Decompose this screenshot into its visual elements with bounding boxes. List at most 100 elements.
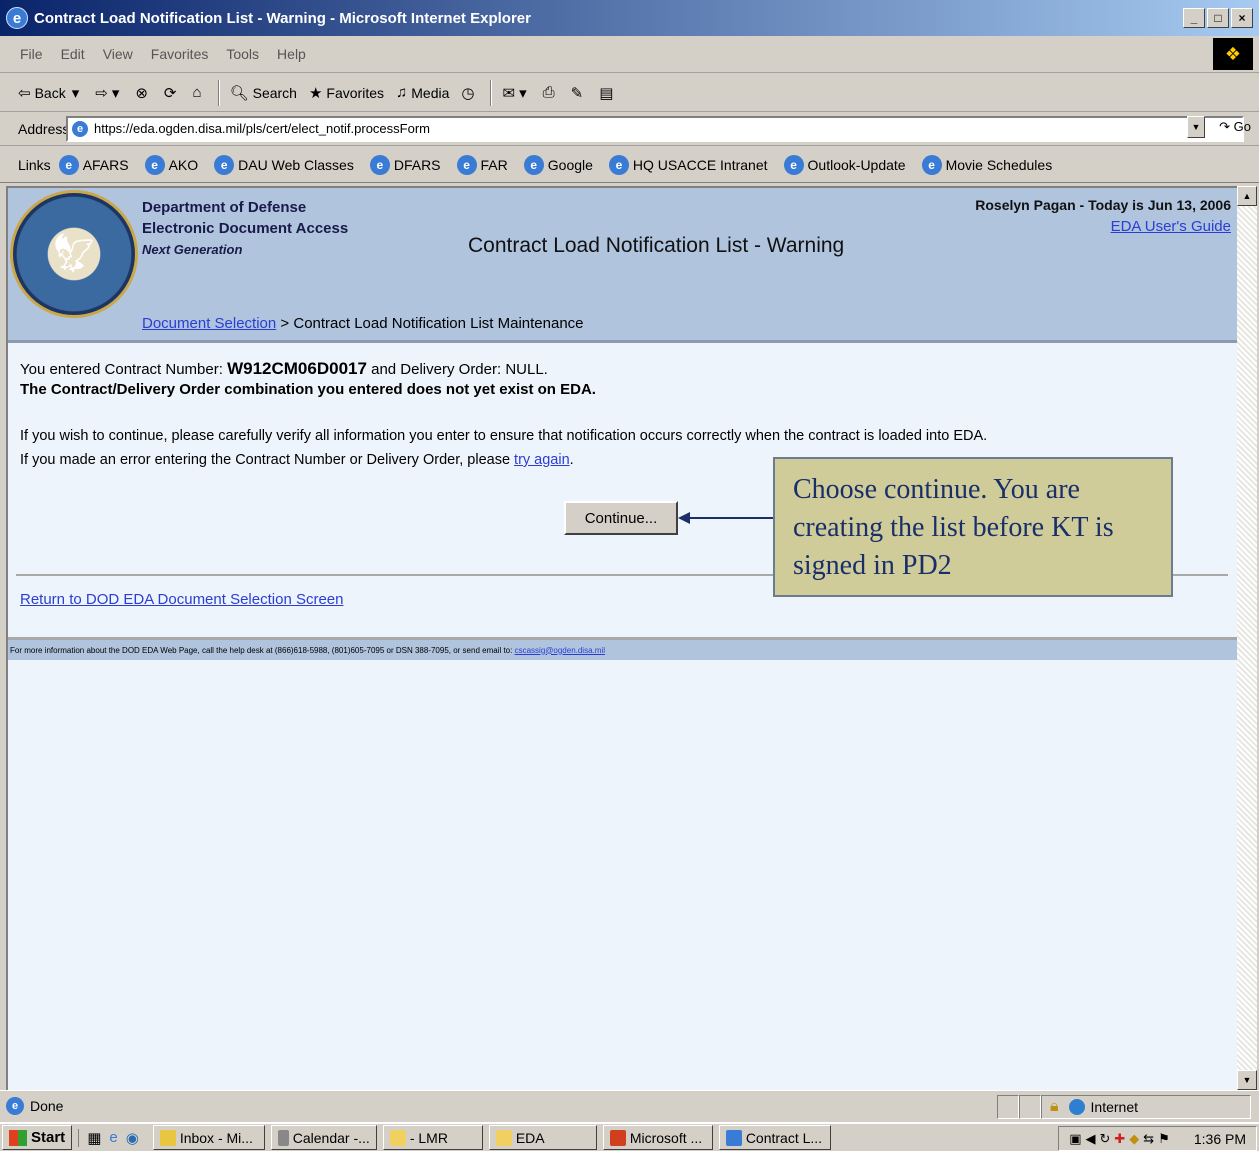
dropdown-arrow-icon[interactable]: ▾ bbox=[112, 84, 120, 102]
return-to-document-selection-link[interactable]: Return to DOD EDA Document Selection Scr… bbox=[20, 591, 343, 608]
link-hq-usacce-intranet[interactable]: e HQ USACCE Intranet bbox=[608, 154, 768, 175]
standard-toolbar: ⇦ Back ▾ ⇨ ▾ ⊗ ⟳ ⌂ 🔍︎ Search ★ Favorites ♫ Med… bbox=[0, 74, 1259, 112]
info-continue-text: If you wish to continue, please carefull… bbox=[20, 428, 988, 444]
user-date: Roselyn Pagan - Today is Jun 13, 2006 bbox=[975, 197, 1231, 213]
calendar-icon bbox=[277, 1129, 289, 1146]
back-arrow-icon: ⇦ bbox=[18, 84, 31, 102]
link-far[interactable]: e FAR bbox=[456, 154, 508, 175]
address-url[interactable]: https://eda.ogden.disa.mil/pls/cert/elec… bbox=[94, 121, 430, 136]
antivirus-icon[interactable]: ✚ bbox=[1114, 1131, 1125, 1147]
link-dau-web-classes[interactable]: e DAU Web Classes bbox=[214, 154, 354, 175]
link-google[interactable]: e Google bbox=[523, 154, 593, 175]
favorites-icon: ★ bbox=[308, 84, 323, 102]
ie-link-icon: e bbox=[456, 154, 477, 175]
contract-number: W912CM06D0017 bbox=[227, 359, 367, 378]
dod-seal-logo: 🦅︎ bbox=[10, 190, 138, 318]
vertical-scrollbar[interactable]: ▲ ▼ bbox=[1237, 186, 1257, 1090]
scroll-up-button[interactable]: ▲ bbox=[1237, 186, 1257, 206]
home-button[interactable]: ⌂ bbox=[193, 84, 206, 101]
sync-icon[interactable]: ↻ bbox=[1099, 1131, 1110, 1147]
internet-explorer-icon[interactable]: e bbox=[6, 7, 28, 29]
contract-message: You entered Contract Number: W912CM06D00… bbox=[20, 359, 548, 378]
search-icon: 🔍︎ bbox=[229, 84, 249, 102]
link-afars[interactable]: e AFARS bbox=[58, 154, 129, 175]
menu-favorites[interactable]: Favorites bbox=[151, 46, 209, 62]
dropdown-arrow-icon[interactable]: ▾ bbox=[519, 84, 527, 102]
print-icon: ⎙ bbox=[542, 84, 555, 101]
task-microsoft[interactable]: Microsoft ... bbox=[602, 1125, 713, 1150]
stop-button[interactable]: ⊗ bbox=[135, 84, 152, 102]
status-bar: e Done 🔒︎ Internet bbox=[0, 1090, 1259, 1121]
page-done-icon: e bbox=[6, 1097, 24, 1115]
tray-flag-icon[interactable]: ⚑ bbox=[1158, 1131, 1170, 1147]
windows-logo-icon: ❖ bbox=[1213, 38, 1253, 70]
helpdesk-email-link[interactable]: cscassig@ogden.disa.mil bbox=[515, 646, 605, 655]
powerpoint-icon bbox=[609, 1129, 626, 1146]
menu-edit[interactable]: Edit bbox=[61, 46, 85, 62]
minimize-button[interactable]: _ bbox=[1183, 8, 1205, 28]
outlook-quicklaunch-icon[interactable]: ◉ bbox=[126, 1129, 139, 1147]
menu-file[interactable]: File bbox=[20, 46, 43, 62]
mail-icon: ✉ bbox=[502, 84, 516, 102]
search-button[interactable]: 🔍︎ Search bbox=[230, 84, 297, 102]
history-icon: ◷ bbox=[461, 84, 475, 102]
go-button[interactable]: ↷ Go bbox=[1219, 119, 1251, 135]
continue-button[interactable]: Continue... bbox=[564, 501, 678, 535]
refresh-button[interactable]: ⟳ bbox=[164, 84, 181, 102]
history-button[interactable]: ◷ bbox=[461, 84, 478, 102]
close-button[interactable]: × bbox=[1231, 8, 1253, 28]
start-button[interactable]: Start bbox=[2, 1125, 73, 1150]
menu-help[interactable]: Help bbox=[277, 46, 306, 62]
ie-quicklaunch-icon[interactable]: e bbox=[109, 1129, 117, 1146]
eda-header: 🦅︎ Department of Defense Electronic Docu… bbox=[8, 188, 1237, 343]
ie-icon bbox=[725, 1129, 742, 1146]
menu-view[interactable]: View bbox=[103, 46, 133, 62]
task-eda[interactable]: EDA bbox=[488, 1125, 597, 1150]
refresh-icon: ⟳ bbox=[163, 84, 177, 102]
links-label[interactable]: Links bbox=[18, 157, 51, 173]
forward-arrow-icon: ⇨ bbox=[95, 84, 108, 102]
back-button[interactable]: ⇦ Back ▾ bbox=[18, 84, 83, 102]
outlook-icon bbox=[159, 1129, 176, 1146]
web-page-content: 🦅︎ Department of Defense Electronic Docu… bbox=[6, 186, 1237, 1090]
discuss-button[interactable]: ▤ bbox=[599, 84, 617, 102]
mail-button[interactable]: ✉ ▾ bbox=[502, 84, 530, 102]
ie-link-icon: e bbox=[921, 154, 942, 175]
breadcrumb-separator: > bbox=[280, 315, 290, 332]
folder-icon bbox=[389, 1129, 406, 1146]
forward-button[interactable]: ⇨ ▾ bbox=[95, 84, 123, 102]
network-icon[interactable]: ▣ bbox=[1069, 1131, 1081, 1147]
address-input[interactable]: e https://eda.ogden.disa.mil/pls/cert/el… bbox=[66, 115, 1244, 142]
page-title: Contract Load Notification List - Warnin… bbox=[468, 234, 845, 257]
dropdown-arrow-icon[interactable]: ▾ bbox=[72, 84, 80, 102]
menu-tools[interactable]: Tools bbox=[226, 46, 259, 62]
users-guide-link[interactable]: EDA User's Guide bbox=[1111, 218, 1231, 235]
media-button[interactable]: ♫ Media bbox=[396, 84, 449, 101]
link-dfars[interactable]: e DFARS bbox=[369, 154, 441, 175]
security-zone[interactable]: 🔒︎ Internet bbox=[1041, 1095, 1251, 1119]
volume-icon[interactable]: ◀ bbox=[1085, 1131, 1095, 1147]
ie-link-icon: e bbox=[369, 154, 390, 175]
scroll-down-button[interactable]: ▼ bbox=[1237, 1070, 1257, 1090]
link-outlook-update[interactable]: e Outlook-Update bbox=[783, 154, 906, 175]
breadcrumb-document-selection[interactable]: Document Selection bbox=[142, 315, 276, 332]
address-dropdown-button[interactable]: ▼ bbox=[1187, 116, 1205, 138]
footer-contact: For more information about the DOD EDA W… bbox=[8, 640, 1237, 660]
stop-icon: ⊗ bbox=[135, 84, 148, 102]
favorites-button[interactable]: ★ Favorites bbox=[309, 84, 384, 102]
callout-arrow bbox=[678, 512, 775, 524]
print-button[interactable]: ⎙ bbox=[543, 84, 559, 101]
connection-icon[interactable]: ⇆ bbox=[1143, 1131, 1154, 1147]
try-again-link[interactable]: try again bbox=[514, 452, 570, 468]
task-inbox[interactable]: Inbox - Mi... bbox=[152, 1125, 265, 1150]
link-ako[interactable]: e AKO bbox=[144, 154, 198, 175]
tray-app-icon[interactable]: ◆ bbox=[1129, 1131, 1139, 1147]
task-calendar[interactable]: Calendar -... bbox=[270, 1125, 377, 1150]
maximize-button[interactable]: □ bbox=[1207, 8, 1229, 28]
edit-button[interactable]: ✎ bbox=[571, 84, 588, 102]
show-desktop-icon[interactable]: ▦ bbox=[87, 1129, 101, 1147]
link-movie-schedules[interactable]: e Movie Schedules bbox=[921, 154, 1052, 175]
task-lmr[interactable]: - LMR bbox=[382, 1125, 483, 1150]
address-label: Address bbox=[18, 120, 70, 137]
task-contract-list[interactable]: Contract L... bbox=[718, 1125, 831, 1150]
